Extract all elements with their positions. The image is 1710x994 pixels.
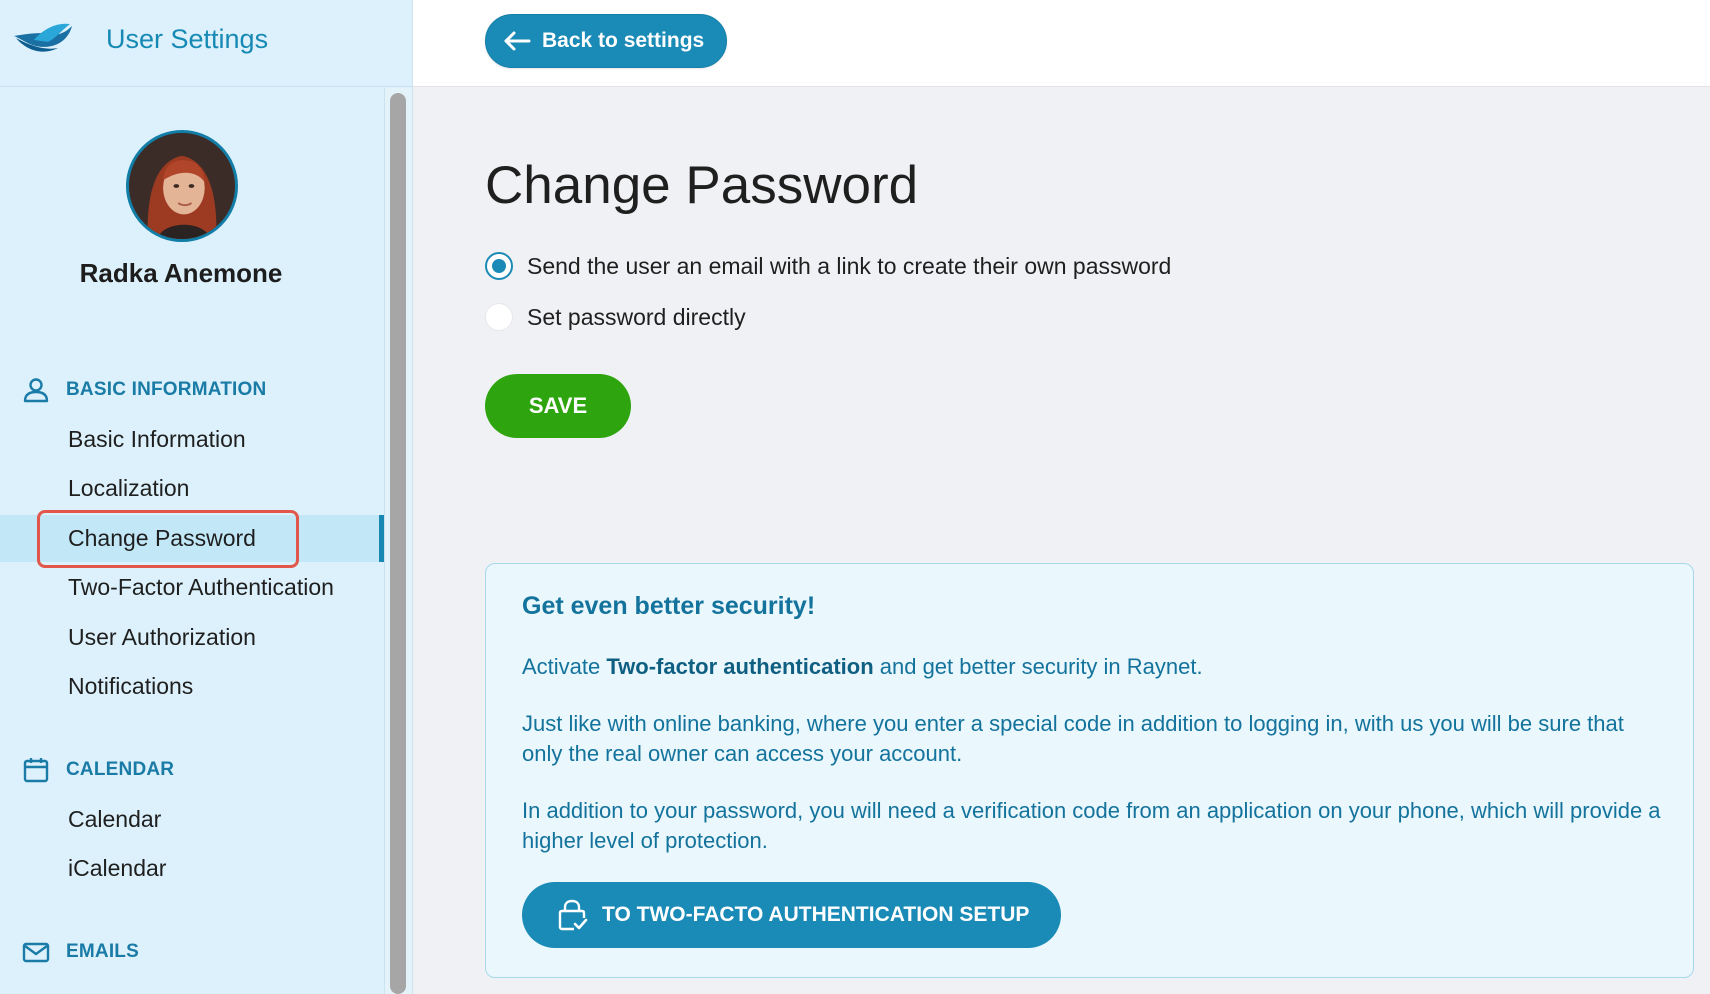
sidebar-header: User Settings bbox=[0, 0, 412, 87]
sidebar: User Settings Radka Anemone BASIC INFORM… bbox=[0, 0, 413, 994]
section-basic-information: BASIC INFORMATION bbox=[22, 375, 266, 405]
sidebar-item-user-authorization[interactable]: User Authorization bbox=[0, 614, 384, 661]
person-icon bbox=[23, 378, 49, 403]
sidebar-item-label: Calendar bbox=[68, 806, 162, 832]
radio-button-checked[interactable] bbox=[485, 252, 513, 280]
calendar-icon bbox=[23, 758, 49, 783]
mail-icon bbox=[22, 942, 50, 963]
back-button-label: Back to settings bbox=[542, 29, 705, 52]
option-label: Send the user an email with a link to cr… bbox=[527, 252, 1172, 279]
info-text: Activate bbox=[522, 654, 607, 679]
section-heading: BASIC INFORMATION bbox=[66, 379, 267, 400]
sidebar-item-icalendar[interactable]: iCalendar bbox=[0, 845, 384, 892]
app-title: User Settings bbox=[106, 24, 269, 54]
sidebar-item-label: Notifications bbox=[68, 673, 194, 699]
sidebar-item-label: Two-Factor Authentication bbox=[68, 574, 334, 600]
sidebar-item-label: User Authorization bbox=[68, 624, 256, 650]
section-calendar: CALENDAR bbox=[22, 755, 174, 785]
back-to-settings-button[interactable]: Back to settings bbox=[485, 14, 728, 68]
sidebar-item-label: iCalendar bbox=[68, 855, 167, 881]
sidebar-item-localization[interactable]: Localization bbox=[0, 465, 384, 512]
info-text: and get better security in Raynet. bbox=[873, 654, 1203, 679]
sidebar-item-label: Basic Information bbox=[68, 426, 246, 452]
info-paragraph-activate: Activate Two-factor authentication and g… bbox=[522, 652, 1662, 682]
save-button-label: SAVE bbox=[528, 393, 588, 418]
info-text-bold: Two-factor authentication bbox=[606, 654, 874, 679]
option-send-email-link[interactable]: Send the user an email with a link to cr… bbox=[485, 252, 1171, 280]
user-name: Radka Anemone bbox=[79, 258, 283, 288]
sidebar-item-basic-information[interactable]: Basic Information bbox=[0, 416, 384, 463]
security-info-box: Get even better security! Activate Two-f… bbox=[485, 563, 1694, 978]
section-heading: EMAILS bbox=[66, 941, 139, 962]
arrow-left-icon bbox=[504, 31, 531, 51]
sidebar-item-notifications[interactable]: Notifications bbox=[0, 663, 384, 710]
info-paragraph-verification: In addition to your password, you will n… bbox=[522, 798, 1661, 853]
two-factor-button-label: TO TWO-FACTO AUTHENTICATION SETUP bbox=[602, 903, 1030, 926]
two-factor-setup-button[interactable]: TO TWO-FACTO AUTHENTICATION SETUP bbox=[522, 882, 1062, 948]
section-emails: EMAILS bbox=[22, 937, 139, 967]
sidebar-item-label: Localization bbox=[68, 475, 190, 501]
info-paragraph-banking: Just like with online banking, where you… bbox=[522, 711, 1624, 766]
sidebar-item-change-password[interactable]: Change Password bbox=[0, 515, 384, 562]
avatar-image bbox=[129, 133, 235, 239]
sidebar-scrollbar-thumb[interactable] bbox=[390, 93, 406, 994]
sidebar-item-calendar[interactable]: Calendar bbox=[0, 796, 384, 843]
option-label: Set password directly bbox=[527, 303, 746, 330]
page-title: Change Password bbox=[485, 156, 919, 215]
sidebar-item-label: Change Password bbox=[68, 525, 256, 551]
sidebar-item-two-factor-authentication[interactable]: Two-Factor Authentication bbox=[0, 564, 384, 611]
info-box-title: Get even better security! bbox=[522, 592, 816, 620]
avatar[interactable] bbox=[126, 130, 238, 242]
lock-check-icon bbox=[558, 899, 588, 931]
section-heading: CALENDAR bbox=[66, 759, 175, 780]
option-set-password-directly[interactable]: Set password directly bbox=[485, 303, 746, 331]
raynet-logo-icon bbox=[14, 23, 72, 52]
save-button[interactable]: SAVE bbox=[485, 374, 631, 438]
radio-button-unchecked[interactable] bbox=[485, 303, 513, 331]
